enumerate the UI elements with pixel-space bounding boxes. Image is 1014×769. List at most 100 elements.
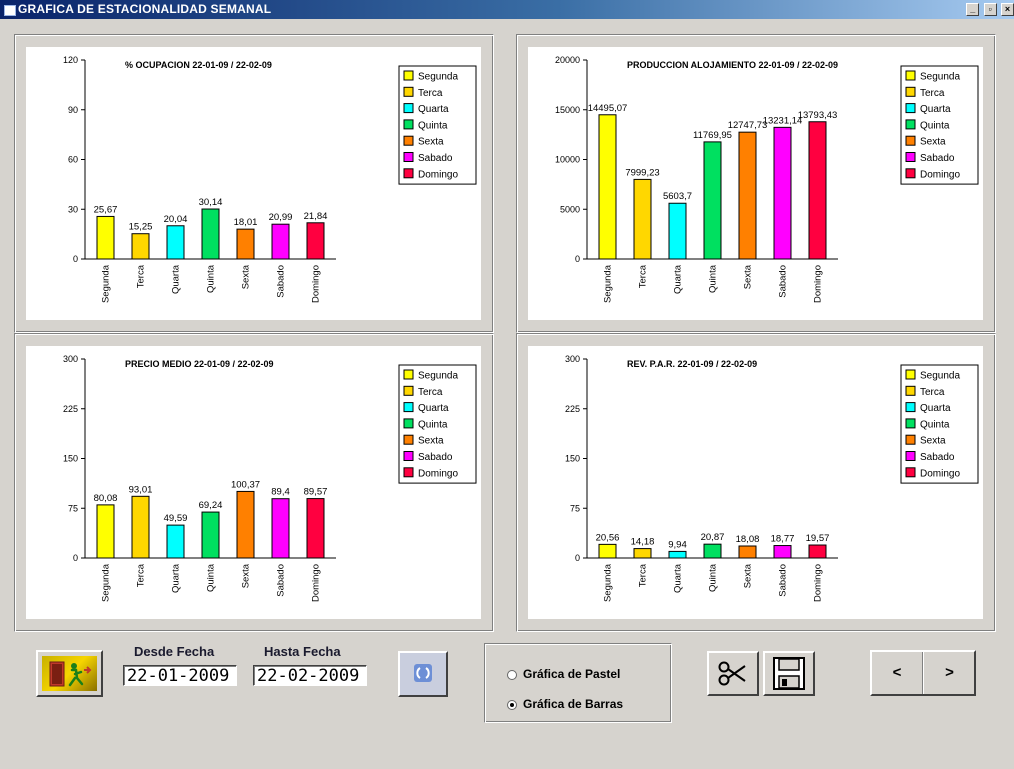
minimize-button[interactable]: _	[966, 3, 980, 16]
bar-segunda	[598, 114, 617, 260]
legend-label: Sabado	[920, 153, 955, 164]
scissors-icon	[718, 661, 746, 686]
legend-swatch	[905, 103, 916, 114]
legend-label: Sexta	[418, 137, 444, 148]
window-icon	[4, 5, 16, 16]
radio-pastel[interactable]	[507, 669, 517, 680]
y-tick-label: 5000	[560, 204, 580, 214]
chart-svg-precio-medio: PRECIO MEDIO 22-01-09 / 22-02-09 0 75 150 22…	[63, 354, 477, 602]
legend-swatch	[905, 451, 916, 461]
bar-value-label: 12747,73	[728, 120, 768, 131]
x-tick-label: Quinta	[708, 563, 719, 592]
chart-ocupacion: % OCUPACION 22-01-09 / 22-02-09 0 30 60 90 12…	[26, 47, 481, 320]
desde-fecha-input[interactable]: 22-01-2009	[123, 665, 237, 686]
hasta-fecha-input[interactable]: 22-02-2009	[253, 665, 367, 686]
next-button[interactable]: >	[923, 652, 975, 694]
bar-sexta	[236, 490, 255, 559]
x-tick-label: Sexta	[743, 563, 754, 588]
bar-value-label: 21,84	[304, 211, 328, 222]
exit-door-icon	[42, 656, 97, 691]
y-tick-label: 60	[68, 155, 78, 165]
y-tick-label: 150	[63, 454, 78, 464]
radio-pastel-row[interactable]: Gráfica de Pastel	[507, 667, 620, 681]
bar-value-label: 14,18	[631, 537, 655, 548]
bar-value-label: 100,37	[231, 479, 260, 490]
legend-swatch	[905, 86, 916, 97]
restore-button[interactable]: ▫	[983, 3, 997, 16]
radio-barras-row[interactable]: Gráfica de Barras	[507, 697, 623, 711]
radio-pastel-label: Gráfica de Pastel	[523, 667, 621, 681]
legend-swatch	[905, 135, 916, 146]
refresh-icon	[414, 664, 432, 682]
chart-svg-revpar: REV. P.A.R. 22-01-09 / 22-02-09 0 75 150 225…	[565, 354, 979, 602]
legend-swatch	[905, 418, 916, 429]
x-tick-label: Domingo	[311, 265, 322, 303]
refresh-button[interactable]	[398, 651, 448, 697]
x-tick-label: Terca	[136, 563, 147, 587]
bar-value-label: 69,24	[199, 500, 223, 511]
legend-label: Quinta	[418, 120, 448, 131]
y-tick-label: 225	[63, 404, 78, 414]
refresh-icon-graphic	[416, 667, 430, 679]
x-tick-label: Quarta	[171, 563, 182, 593]
chart-precio-medio: PRECIO MEDIO 22-01-09 / 22-02-09 0 75 150 22…	[26, 346, 481, 619]
x-tick-label: Quinta	[206, 563, 217, 592]
legend-swatch	[403, 402, 414, 413]
hasta-fecha-label: Hasta Fecha	[264, 644, 341, 659]
radio-barras[interactable]	[507, 699, 517, 710]
window-title: GRAFICA DE ESTACIONALIDAD SEMANAL	[18, 2, 272, 16]
window-titlebar: GRAFICA DE ESTACIONALIDAD SEMANAL _ ▫ ×	[0, 0, 1014, 19]
bar-domingo	[808, 544, 827, 559]
legend-label: Domingo	[920, 169, 960, 180]
y-tick-label: 0	[73, 553, 78, 563]
exit-button[interactable]	[36, 650, 103, 697]
chart-panel-ocupacion: % OCUPACION 22-01-09 / 22-02-09 0 30 60 90 12…	[14, 34, 494, 333]
bar-value-label: 18,77	[771, 534, 795, 545]
legend-swatch	[905, 467, 916, 478]
bar-sabado	[773, 126, 792, 260]
legend-label: Quarta	[920, 403, 951, 414]
bar-domingo	[306, 498, 325, 559]
legend-swatch	[403, 385, 414, 396]
bar-sabado	[271, 498, 290, 559]
legend-swatch	[905, 385, 916, 396]
bar-value-label: 19,57	[806, 533, 830, 544]
window-controls: _ ▫ ×	[965, 3, 1014, 16]
bar-value-label: 18,01	[234, 217, 258, 228]
save-button[interactable]	[763, 651, 815, 696]
y-tick-label: 75	[570, 503, 580, 513]
bar-value-label: 89,4	[271, 487, 290, 498]
legend-swatch	[905, 119, 916, 130]
cut-button[interactable]	[707, 651, 759, 696]
legend-label: Segunda	[418, 72, 458, 83]
bar-value-label: 13793,43	[798, 110, 838, 121]
chart-panel-revpar: REV. P.A.R. 22-01-09 / 22-02-09 0 75 150 225…	[516, 333, 996, 632]
legend-swatch	[403, 418, 414, 429]
bar-value-label: 20,87	[701, 532, 725, 543]
bar-value-label: 13231,14	[763, 115, 803, 126]
legend-label: Quinta	[418, 419, 448, 430]
floppy-disk-icon	[773, 657, 805, 690]
x-tick-label: Segunda	[603, 563, 614, 602]
previous-button[interactable]: <	[872, 652, 923, 694]
x-tick-label: Terca	[638, 264, 649, 288]
bar-quarta	[668, 550, 687, 559]
bar-sabado	[773, 545, 792, 559]
legend-swatch	[403, 70, 414, 81]
legend-label: Quarta	[418, 403, 449, 414]
legend-swatch	[403, 135, 414, 146]
x-tick-label: Domingo	[311, 564, 322, 602]
bar-sabado	[271, 223, 290, 260]
bar-value-label: 11769,95	[693, 130, 732, 141]
close-button[interactable]: ×	[1001, 3, 1014, 16]
x-tick-label: Sabado	[778, 265, 789, 298]
legend-label: Segunda	[920, 72, 960, 83]
x-tick-label: Domingo	[813, 564, 824, 602]
radio-barras-label: Gráfica de Barras	[523, 697, 624, 711]
legend-label: Terca	[920, 387, 945, 398]
bar-value-label: 7999,23	[625, 167, 659, 178]
x-tick-label: Quinta	[708, 264, 719, 293]
legend-label: Sabado	[418, 153, 453, 164]
chart-title: REV. P.A.R. 22-01-09 / 22-02-09	[627, 359, 757, 369]
y-tick-label: 75	[68, 503, 78, 513]
